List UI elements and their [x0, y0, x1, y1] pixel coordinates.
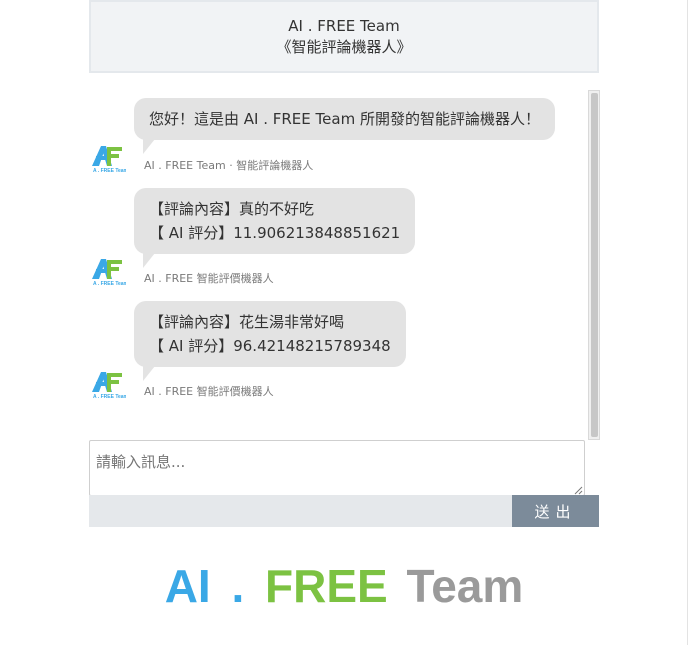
brand-free: FREE [265, 560, 388, 612]
message-text: 【評論內容】花生湯非常好喝 [149, 313, 345, 331]
message-sender: AI . FREE Team · 智能評論機器人 [144, 159, 314, 172]
message-sender: AI . FREE 智能評價機器人 [144, 385, 274, 398]
message-bubble: 您好！這是由 AI . FREE Team 所開發的智能評論機器人！ [134, 98, 555, 154]
message-text: 您好！這是由 AI . FREE Team 所開發的智能評論機器人！ [149, 110, 540, 128]
brand-logo: AI . FREE Team [0, 559, 688, 613]
send-button[interactable]: 送出 [512, 495, 599, 527]
brand-team: Team [406, 560, 524, 612]
af-logo-icon: A . FREE Team [92, 372, 126, 399]
chat-header: AI . FREE Team 《智能評論機器人》 [89, 0, 599, 73]
message-text: 【 AI 評分】96.42148215789348 [149, 337, 391, 355]
af-logo-icon: A . FREE Team [92, 259, 126, 286]
message-sender: AI . FREE 智能評價機器人 [144, 272, 274, 285]
scrollbar-thumb[interactable] [591, 93, 598, 437]
af-logo-icon: A . FREE Team [92, 146, 126, 173]
message-bubble: 【評論內容】真的不好吃 【 AI 評分】11.906213848851621 [134, 188, 416, 268]
chat-scrollbar[interactable] [588, 90, 600, 440]
resize-grip-icon[interactable] [574, 486, 583, 495]
message-text: 【評論內容】真的不好吃 [149, 200, 315, 218]
chat-log[interactable]: 您好！這是由 AI . FREE Team 所開發的智能評論機器人！ A . F… [89, 88, 600, 440]
svg-text:A . FREE Team: A . FREE Team [93, 394, 126, 399]
header-title: AI . FREE Team [288, 16, 400, 35]
brand-ai: AI [164, 560, 211, 612]
brand-dot: . [231, 560, 245, 612]
message-text: 【 AI 評分】11.906213848851621 [149, 224, 401, 242]
message-bubble: 【評論內容】花生湯非常好喝 【 AI 評分】96.42148215789348 [134, 301, 406, 381]
svg-text:A . FREE Team: A . FREE Team [93, 281, 126, 286]
input-footer-bar [89, 495, 512, 527]
header-subtitle: 《智能評論機器人》 [276, 37, 412, 56]
message-input[interactable] [89, 440, 585, 496]
svg-text:A . FREE Team: A . FREE Team [93, 168, 126, 173]
